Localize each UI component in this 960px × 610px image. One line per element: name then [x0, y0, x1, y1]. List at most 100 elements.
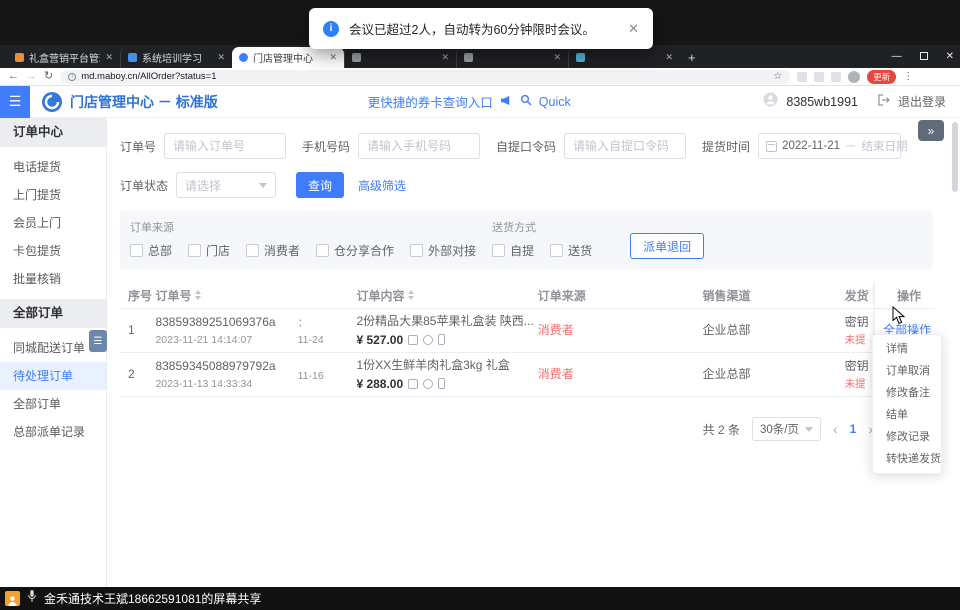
checkbox-delivery[interactable]: 送货 [550, 242, 592, 259]
address-bar[interactable]: i md.maboy.cn/AllOrder?status=1 ☆ [60, 70, 790, 84]
checkbox-icon [492, 244, 505, 257]
header-order-content[interactable]: 订单内容 [356, 282, 537, 308]
checkbox-label: 送货 [568, 242, 592, 259]
order-status-label: 订单状态 [120, 177, 168, 194]
sidebar-item-hq-dispatch-records[interactable]: 总部派单记录 [0, 418, 106, 446]
current-page[interactable]: 1 [850, 422, 857, 436]
order-no-input[interactable] [164, 133, 286, 159]
checkbox-icon [246, 244, 259, 257]
total-count: 共 2 条 [703, 421, 740, 438]
toast-message: 会议已超过2人，自动转为60分钟限时会议。 [349, 19, 618, 38]
tab-close-icon[interactable]: ✕ [553, 52, 561, 63]
sidebar-item-all-orders[interactable]: 全部订单 [0, 390, 106, 418]
profile-avatar[interactable] [848, 71, 860, 83]
sidebar-item-batch-verify[interactable]: 批量核销 [0, 265, 106, 293]
page-title: 门店管理中心 － 标准版 [70, 92, 218, 112]
mic-icon [27, 589, 37, 608]
window-close-button[interactable]: ✕ [946, 51, 954, 62]
sidebar-item-pending-orders[interactable]: 待处理订单 [0, 362, 106, 390]
pickup-time-label: 提货时间 [702, 138, 750, 155]
sort-icon[interactable] [195, 290, 201, 300]
site-info-icon[interactable]: i [68, 73, 76, 81]
menu-item-edit-note[interactable]: 修改备注 [873, 382, 941, 404]
coupon-query-link[interactable]: 更快捷的券卡查询入口 [368, 92, 493, 111]
extension-icon[interactable] [814, 72, 824, 82]
order-status-select[interactable]: 请选择 [176, 172, 276, 198]
checkbox-label: 外部对接 [428, 242, 476, 259]
tab-store-center[interactable]: 门店管理中心 ✕ [232, 47, 344, 68]
puzzle-icon[interactable] [831, 72, 841, 82]
scrollbar[interactable] [952, 122, 958, 192]
sidebar-drag-handle[interactable]: ☰ [89, 330, 107, 352]
logout-button[interactable]: 退出登录 [898, 93, 946, 110]
chevron-down-icon [259, 183, 267, 188]
tab-favicon [15, 53, 24, 62]
sidebar-item-member-visit[interactable]: 会员上门 [0, 209, 106, 237]
cell-index: 2 [120, 353, 155, 396]
sidebar-item-card-pickup[interactable]: 卡包提货 [0, 237, 106, 265]
cell-sales-channel: 企业总部 [703, 353, 845, 396]
reload-icon[interactable]: ↻ [44, 71, 53, 82]
checkbox-self-pickup[interactable]: 自提 [492, 242, 534, 259]
tab-favicon [128, 53, 137, 62]
username[interactable]: 8385wb1991 [786, 95, 858, 109]
share-text: 金禾通技术王斌18662591081的屏幕共享 [44, 590, 261, 607]
back-icon[interactable]: ← [8, 71, 19, 82]
menu-item-express-ship[interactable]: 转快递发货 [873, 448, 941, 470]
date-range-picker[interactable]: 2022-11-21 － 结束日期 [758, 133, 901, 159]
menu-item-details[interactable]: 详情 [873, 338, 941, 360]
sidebar-section-order-center[interactable]: 订单中心 [0, 118, 106, 147]
tab-6[interactable]: ✕ [568, 47, 680, 68]
chrome-update-button[interactable]: 更新 [867, 70, 896, 84]
phone-icon [438, 334, 445, 345]
extension-icon[interactable] [797, 72, 807, 82]
tab-4[interactable]: ✕ [344, 47, 456, 68]
checkbox-label: 消费者 [264, 242, 300, 259]
filter-row-2: 订单状态 请选择 查询 高级筛选 [120, 172, 945, 198]
tab-close-icon[interactable]: ✕ [329, 52, 337, 63]
search-icon[interactable] [520, 93, 532, 111]
dispatch-return-button[interactable]: 派单退回 [630, 233, 704, 259]
panel-expand-button[interactable]: » [918, 120, 944, 141]
forward-icon[interactable]: → [26, 71, 37, 82]
tab-close-icon[interactable]: ✕ [665, 52, 673, 63]
tab-gift-platform[interactable]: 礼盒营销平台管理中心 ✕ [8, 47, 120, 68]
checkbox-external[interactable]: 外部对接 [410, 242, 476, 259]
pickup-code-input[interactable] [564, 133, 686, 159]
tab-5[interactable]: ✕ [456, 47, 568, 68]
bookmark-star-icon[interactable]: ☆ [773, 71, 782, 82]
minimize-button[interactable]: — [892, 51, 902, 62]
browser-menu-icon[interactable]: ⋮ [903, 71, 913, 82]
sidebar-toggle-button[interactable]: ☰ [0, 86, 30, 118]
checkbox-hq[interactable]: 总部 [130, 242, 172, 259]
sidebar-section-all-orders[interactable]: 全部订单 [0, 299, 106, 328]
sidebar-item-phone-pickup[interactable]: 电话提货 [0, 153, 106, 181]
pickup-code-label: 自提口令码 [496, 138, 556, 155]
checkbox-label: 总部 [148, 242, 172, 259]
phone-input[interactable] [358, 133, 480, 159]
checkbox-store[interactable]: 门店 [188, 242, 230, 259]
new-tab-button[interactable]: + [688, 50, 696, 65]
toast-close-icon[interactable]: ✕ [628, 21, 639, 37]
prev-page-button[interactable]: ‹ [833, 421, 838, 437]
sort-icon[interactable] [408, 290, 414, 300]
checkbox-warehouse-share[interactable]: 仓分享合作 [316, 242, 394, 259]
header-sales-channel: 销售渠道 [703, 282, 845, 308]
menu-item-edit-history[interactable]: 修改记录 [873, 426, 941, 448]
menu-item-cancel-order[interactable]: 订单取消 [873, 360, 941, 382]
checkbox-icon [130, 244, 143, 257]
sidebar-item-door-pickup[interactable]: 上门提货 [0, 181, 106, 209]
header-order-no[interactable]: 订单号 [155, 282, 297, 308]
search-button[interactable]: 查询 [296, 172, 344, 198]
menu-item-close-order[interactable]: 结单 [873, 404, 941, 426]
advanced-filter-link[interactable]: 高级筛选 [358, 177, 406, 194]
quick-search-link[interactable]: Quick [539, 95, 571, 109]
page-size-select[interactable]: 30条/页 [752, 417, 821, 441]
tab-close-icon[interactable]: ✕ [441, 52, 449, 63]
maximize-button[interactable] [920, 52, 928, 60]
tab-training[interactable]: 系统培训学习 ✕ [120, 47, 232, 68]
tab-close-icon[interactable]: ✕ [105, 52, 113, 63]
tab-close-icon[interactable]: ✕ [217, 52, 225, 63]
checkbox-consumer[interactable]: 消费者 [246, 242, 300, 259]
tab-favicon [464, 53, 473, 62]
